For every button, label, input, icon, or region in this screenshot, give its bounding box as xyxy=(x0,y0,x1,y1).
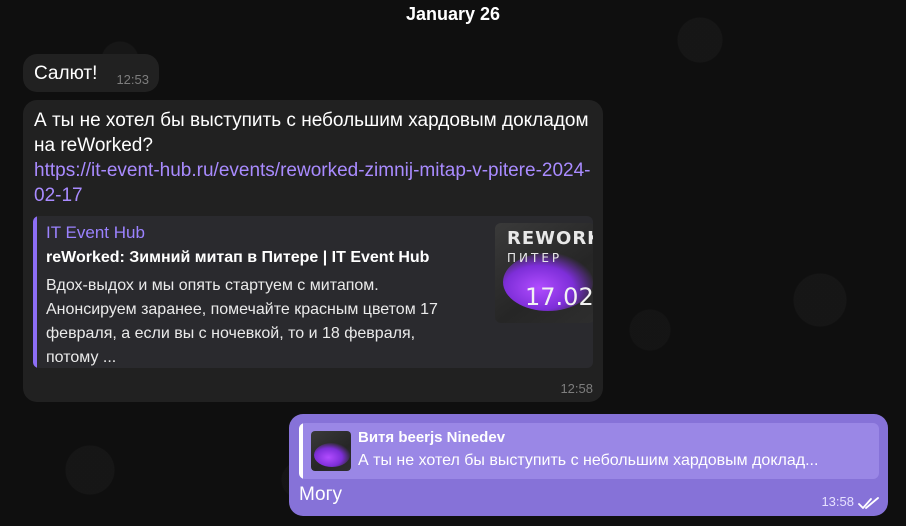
thumbnail-city-text: ПИТЕР xyxy=(507,251,563,265)
reply-thumbnail xyxy=(311,431,351,471)
reply-text: А ты не хотел бы выступить с небольшим х… xyxy=(358,452,819,469)
message-text: А ты не хотел бы выступить с небольшим х… xyxy=(34,110,589,156)
message-text: Салют! xyxy=(34,63,98,84)
message-time: 13:58 xyxy=(821,494,854,509)
reply-quote[interactable]: Витя beerjs Ninedev А ты не хотел бы выс… xyxy=(299,423,879,479)
message-time: 12:53 xyxy=(116,72,149,87)
preview-site-name: IT Event Hub xyxy=(46,223,145,242)
date-separator: January 26 xyxy=(405,4,501,24)
reply-accent-bar xyxy=(299,423,303,479)
message-time: 12:58 xyxy=(560,381,593,396)
thumbnail-date-text: 17.02 xyxy=(525,283,593,311)
reply-thumbnail-glow xyxy=(314,443,350,467)
preview-title: reWorked: Зимний митап в Питере | IT Eve… xyxy=(46,249,430,266)
message-link[interactable]: https://it-event-hub.ru/events/reworked-… xyxy=(34,158,594,208)
message-text: Могу xyxy=(299,484,343,505)
preview-accent-bar xyxy=(33,216,37,368)
double-check-icon xyxy=(858,497,879,509)
preview-description: Вдох-выдох и мы опять стартуем с митапом… xyxy=(46,277,438,366)
outgoing-message[interactable]: Витя beerjs Ninedev А ты не хотел бы выс… xyxy=(289,414,888,516)
incoming-message[interactable]: Салют! 12:53 xyxy=(23,54,159,92)
preview-thumbnail[interactable]: REWORKED ПИТЕР 17.02 xyxy=(495,223,593,323)
reply-author: Витя beerjs Ninedev xyxy=(358,429,506,446)
link-preview[interactable]: IT Event Hub reWorked: Зимний митап в Пи… xyxy=(33,216,593,368)
thumbnail-logo-text: REWORKED xyxy=(507,228,593,249)
incoming-message[interactable]: А ты не хотел бы выступить с небольшим х… xyxy=(23,100,603,402)
message-body: А ты не хотел бы выступить с небольшим х… xyxy=(34,108,594,208)
